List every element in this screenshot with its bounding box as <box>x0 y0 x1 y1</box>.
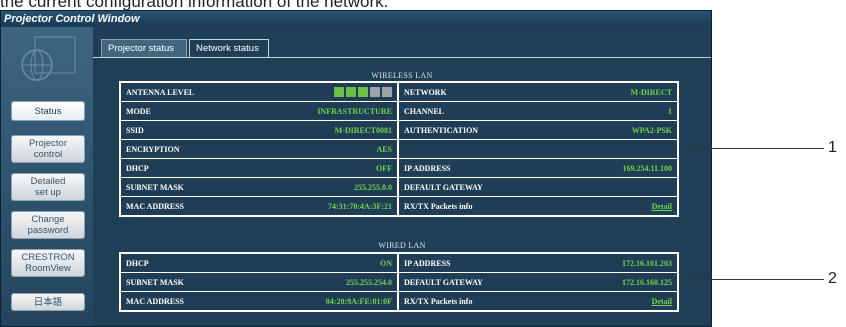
table-row: SUBNET MASK 255.255.254.0 DEFAULT GATEWAY… <box>121 273 677 291</box>
table-row: ENCRYPTION AES <box>121 140 677 158</box>
subnet-mask-label: SUBNET MASK <box>126 277 184 287</box>
antenna-bar <box>346 87 356 97</box>
wired-gateway-cell: DEFAULT GATEWAY 172.16.160.125 <box>399 273 677 291</box>
antenna-level-bars <box>334 87 392 97</box>
table-row: MAC ADDRESS 04:20:9A:FE:01:0F RX/TX Packe… <box>121 292 677 310</box>
globe-logo-icon <box>21 36 76 81</box>
ssid-value: M-DIRECT0081 <box>334 125 392 135</box>
default-gateway-value: 172.16.160.125 <box>622 277 672 287</box>
channel-cell: CHANNEL 1 <box>399 102 677 120</box>
wireless-dhcp-cell: DHCP OFF <box>121 159 397 177</box>
dhcp-label: DHCP <box>126 258 149 268</box>
encryption-cell: ENCRYPTION AES <box>121 140 397 158</box>
channel-value: 1 <box>668 106 672 116</box>
tab-projector-status[interactable]: Projector status <box>101 39 187 57</box>
authentication-cell: AUTHENTICATION WPA2-PSK <box>399 121 677 139</box>
encryption-value: AES <box>376 144 392 154</box>
wired-dhcp-cell: DHCP ON <box>121 254 397 272</box>
antenna-bar <box>358 87 368 97</box>
encryption-label: ENCRYPTION <box>126 144 180 154</box>
wired-detail-link[interactable]: Detail <box>652 297 672 306</box>
nav-detailed-setup-button[interactable]: Detailed set up <box>11 173 85 201</box>
mac-address-value: 74:31:70:4A:3F:21 <box>328 201 392 211</box>
ip-address-label: IP ADDRESS <box>404 258 451 268</box>
wireless-subnet-cell: SUBNET MASK 255.255.0.0 <box>121 178 397 196</box>
subnet-mask-label: SUBNET MASK <box>126 182 184 192</box>
ip-address-value: 169.254.11.100 <box>622 163 672 173</box>
ip-address-value: 172.16.161.203 <box>622 258 672 268</box>
authentication-value: WPA2-PSK <box>631 125 672 135</box>
ip-address-label: IP ADDRESS <box>404 163 451 173</box>
antenna-level-cell: ANTENNA LEVEL <box>121 83 397 101</box>
antenna-bar <box>370 87 380 97</box>
callout-line-2 <box>684 279 824 280</box>
default-gateway-label: DEFAULT GATEWAY <box>404 277 483 287</box>
channel-label: CHANNEL <box>404 106 445 116</box>
table-row: DHCP ON IP ADDRESS 172.16.161.203 <box>121 254 677 272</box>
mode-value: INFRASTRUCTURE <box>317 106 392 116</box>
wireless-packets-cell: RX/TX Packets info Detail <box>399 197 677 215</box>
subnet-mask-value: 255.255.0.0 <box>354 182 392 192</box>
wireless-mac-cell: MAC ADDRESS 74:31:70:4A:3F:21 <box>121 197 397 215</box>
default-gateway-label: DEFAULT GATEWAY <box>404 182 483 192</box>
network-value: M-DIRECT <box>630 87 672 97</box>
callout-line-1 <box>684 148 824 149</box>
wireless-detail-link[interactable]: Detail <box>652 202 672 211</box>
mode-label: MODE <box>126 106 151 116</box>
wireless-ip-cell: IP ADDRESS 169.254.11.100 <box>399 159 677 177</box>
ssid-label: SSID <box>126 125 144 135</box>
wired-mac-cell: MAC ADDRESS 04:20:9A:FE:01:0F <box>121 292 397 310</box>
nav-change-password-button[interactable]: Change password <box>11 211 85 239</box>
authentication-label: AUTHENTICATION <box>404 125 479 135</box>
wireless-lan-table: ANTENNA LEVEL NETWORK M-DIRECT MODE INFRA… <box>119 81 679 217</box>
empty-cell <box>399 140 677 158</box>
wired-lan-title: WIRED LAN <box>378 241 426 250</box>
nav-crestron-roomview-button[interactable]: CRESTRON RoomView <box>11 249 85 277</box>
tab-network-status[interactable]: Network status <box>189 39 269 57</box>
wired-packets-cell: RX/TX Packets info Detail <box>399 292 677 310</box>
mac-address-label: MAC ADDRESS <box>126 296 185 306</box>
mode-cell: MODE INFRASTRUCTURE <box>121 102 397 120</box>
left-nav-panel: Status Projector control Detailed set up… <box>1 27 93 326</box>
packets-info-label: RX/TX Packets info <box>404 201 473 211</box>
dhcp-value: OFF <box>376 163 392 173</box>
packets-info-label: RX/TX Packets info <box>404 296 473 306</box>
network-cell: NETWORK M-DIRECT <box>399 83 677 101</box>
mac-address-label: MAC ADDRESS <box>126 201 185 211</box>
ssid-cell: SSID M-DIRECT0081 <box>121 121 397 139</box>
callout-number-2: 2 <box>828 270 837 287</box>
antenna-bar <box>334 87 344 97</box>
projector-control-window: Projector Control Window Status Projecto… <box>0 10 712 327</box>
dhcp-value: ON <box>380 258 392 268</box>
nav-projector-control-button[interactable]: Projector control <box>11 135 85 163</box>
wireless-lan-title: WIRELESS LAN <box>371 71 433 80</box>
dhcp-label: DHCP <box>126 163 149 173</box>
table-row: ANTENNA LEVEL NETWORK M-DIRECT <box>121 83 677 101</box>
mac-address-value: 04:20:9A:FE:01:0F <box>325 296 392 306</box>
window-title: Projector Control Window <box>1 11 711 27</box>
tab-divider <box>93 57 711 58</box>
table-row: DHCP OFF IP ADDRESS 169.254.11.100 <box>121 159 677 177</box>
subnet-mask-value: 255.255.254.0 <box>346 277 392 287</box>
table-row: MAC ADDRESS 74:31:70:4A:3F:21 RX/TX Packe… <box>121 197 677 215</box>
nav-language-button[interactable]: 日本語 <box>11 293 85 311</box>
table-row: MODE INFRASTRUCTURE CHANNEL 1 <box>121 102 677 120</box>
table-row: SUBNET MASK 255.255.0.0 DEFAULT GATEWAY <box>121 178 677 196</box>
nav-status-button[interactable]: Status <box>11 101 85 121</box>
antenna-bar <box>382 87 392 97</box>
wireless-gateway-cell: DEFAULT GATEWAY <box>399 178 677 196</box>
network-label: NETWORK <box>404 87 447 97</box>
main-content: Projector status Network status WIRELESS… <box>93 27 711 326</box>
callout-number-1: 1 <box>828 139 837 156</box>
table-row: SSID M-DIRECT0081 AUTHENTICATION WPA2-PSK <box>121 121 677 139</box>
antenna-level-label: ANTENNA LEVEL <box>126 87 195 97</box>
wired-subnet-cell: SUBNET MASK 255.255.254.0 <box>121 273 397 291</box>
wired-ip-cell: IP ADDRESS 172.16.161.203 <box>399 254 677 272</box>
wired-lan-table: DHCP ON IP ADDRESS 172.16.161.203 SUBNET M… <box>119 252 679 312</box>
